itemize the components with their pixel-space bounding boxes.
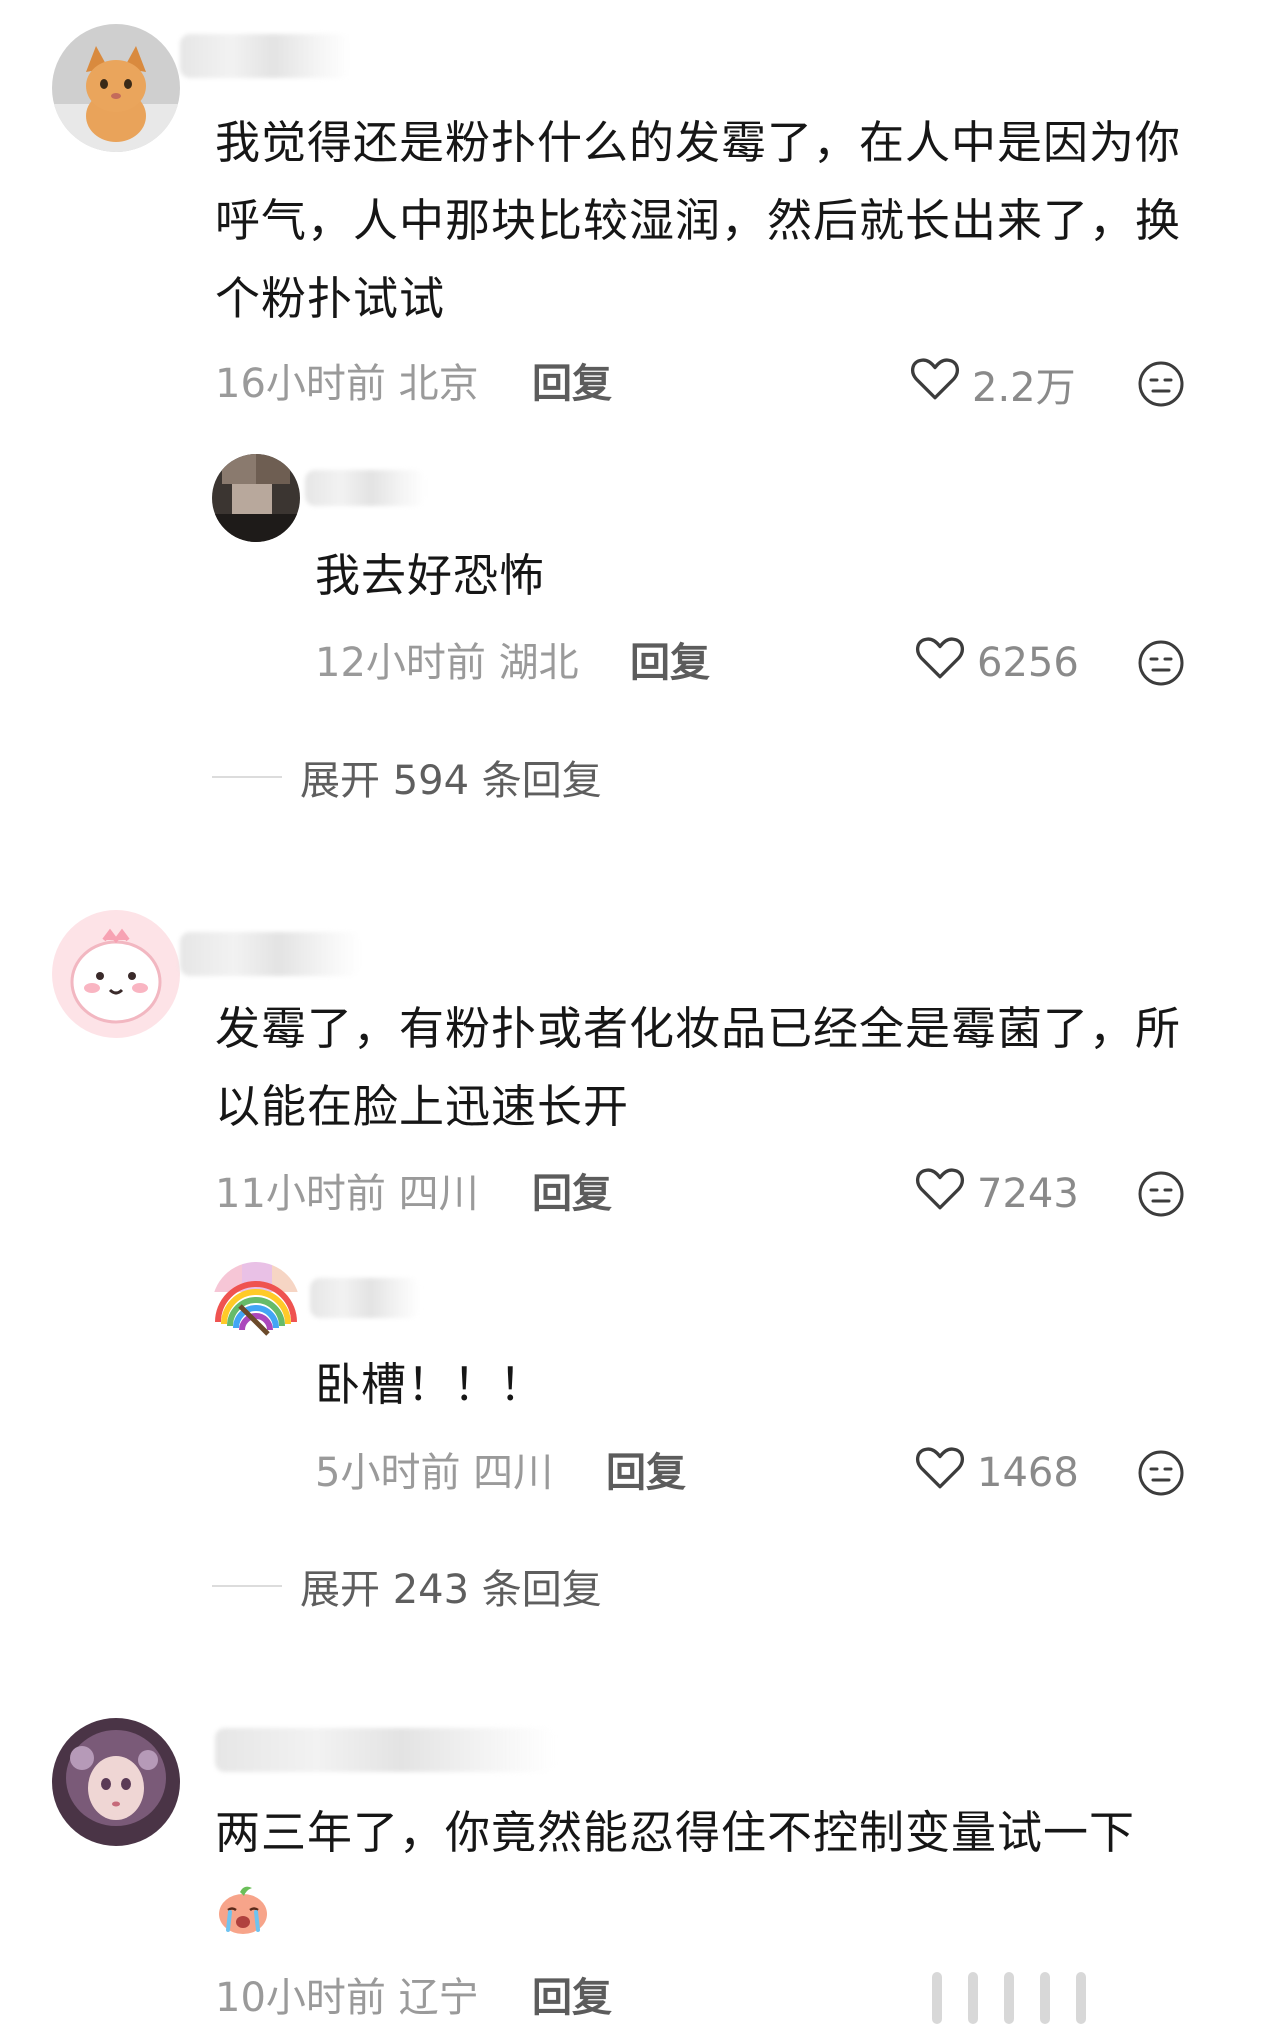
meh-face-icon[interactable] (1136, 1448, 1186, 1498)
avatar-pink-cartoon[interactable] (52, 910, 180, 1038)
avatar-rainbow[interactable] (212, 1262, 300, 1350)
reply-button[interactable]: 回复 (606, 1445, 686, 1501)
expand-label: 展开 594 条回复 (300, 758, 602, 804)
username-blurred[interactable] (310, 1278, 420, 1318)
comment-time-location: 16小时前 北京 (215, 361, 479, 407)
reply-text: 卧槽！！！ (315, 1358, 546, 1411)
expand-label: 展开 243 条回复 (300, 1567, 602, 1613)
reply-time-location: 5小时前 四川 (315, 1450, 554, 1496)
heart-outline-icon (910, 356, 960, 412)
like-button[interactable]: 7243 (915, 1166, 1079, 1222)
username-blurred[interactable] (180, 34, 350, 78)
meh-face-icon[interactable] (1136, 1169, 1186, 1219)
like-button[interactable]: 6256 (915, 635, 1079, 691)
divider-line (212, 1585, 282, 1587)
heart-outline-icon (915, 1445, 965, 1501)
meh-face-icon[interactable] (1136, 638, 1186, 688)
heart-outline-icon (915, 1166, 965, 1222)
like-button[interactable]: 1468 (915, 1445, 1079, 1501)
reply-text: 我去好恐怖 (315, 549, 546, 602)
username-blurred[interactable] (215, 1728, 555, 1772)
cutoff-action-icons (932, 1972, 1086, 2024)
meh-face-icon[interactable] (1136, 359, 1186, 409)
comment-text: 发霉了，有粉扑或者化妆品已经全是霉菌了，所以能在脸上迅速长开 (215, 1002, 1182, 1133)
reply-time-location: 12小时前 湖北 (315, 640, 579, 686)
divider-line (212, 776, 282, 778)
like-count: 2.2万 (972, 365, 1076, 411)
comment-text: 两三年了，你竟然能忍得住不控制变量试一下 (215, 1806, 1136, 1859)
like-count: 7243 (977, 1171, 1079, 1217)
like-count: 1468 (977, 1450, 1079, 1496)
comment-time-location: 11小时前 四川 (215, 1171, 479, 1217)
heart-outline-icon (915, 635, 965, 691)
like-count: 6256 (977, 640, 1079, 686)
avatar-cat[interactable] (52, 24, 180, 152)
expand-replies-button[interactable]: 展开 243 条回复 (212, 1557, 602, 1615)
comment-time-location: 10小时前 辽宁 (215, 1975, 479, 2021)
reply-button[interactable]: 回复 (532, 1970, 612, 2026)
avatar-doll[interactable] (52, 1718, 180, 1846)
username-blurred[interactable] (180, 932, 360, 976)
expand-replies-button[interactable]: 展开 594 条回复 (212, 748, 602, 806)
reply-button[interactable]: 回复 (630, 635, 710, 691)
username-blurred[interactable] (305, 470, 425, 506)
reply-button[interactable]: 回复 (532, 356, 612, 412)
like-button[interactable]: 2.2万 (910, 356, 1076, 412)
comment-text: 我觉得还是粉扑什么的发霉了，在人中是因为你呼气，人中那块比较湿润，然后就长出来了… (215, 116, 1182, 325)
crying-peach-sticker (214, 1880, 272, 1938)
reply-button[interactable]: 回复 (532, 1166, 612, 1222)
avatar-blurred[interactable] (212, 454, 300, 542)
